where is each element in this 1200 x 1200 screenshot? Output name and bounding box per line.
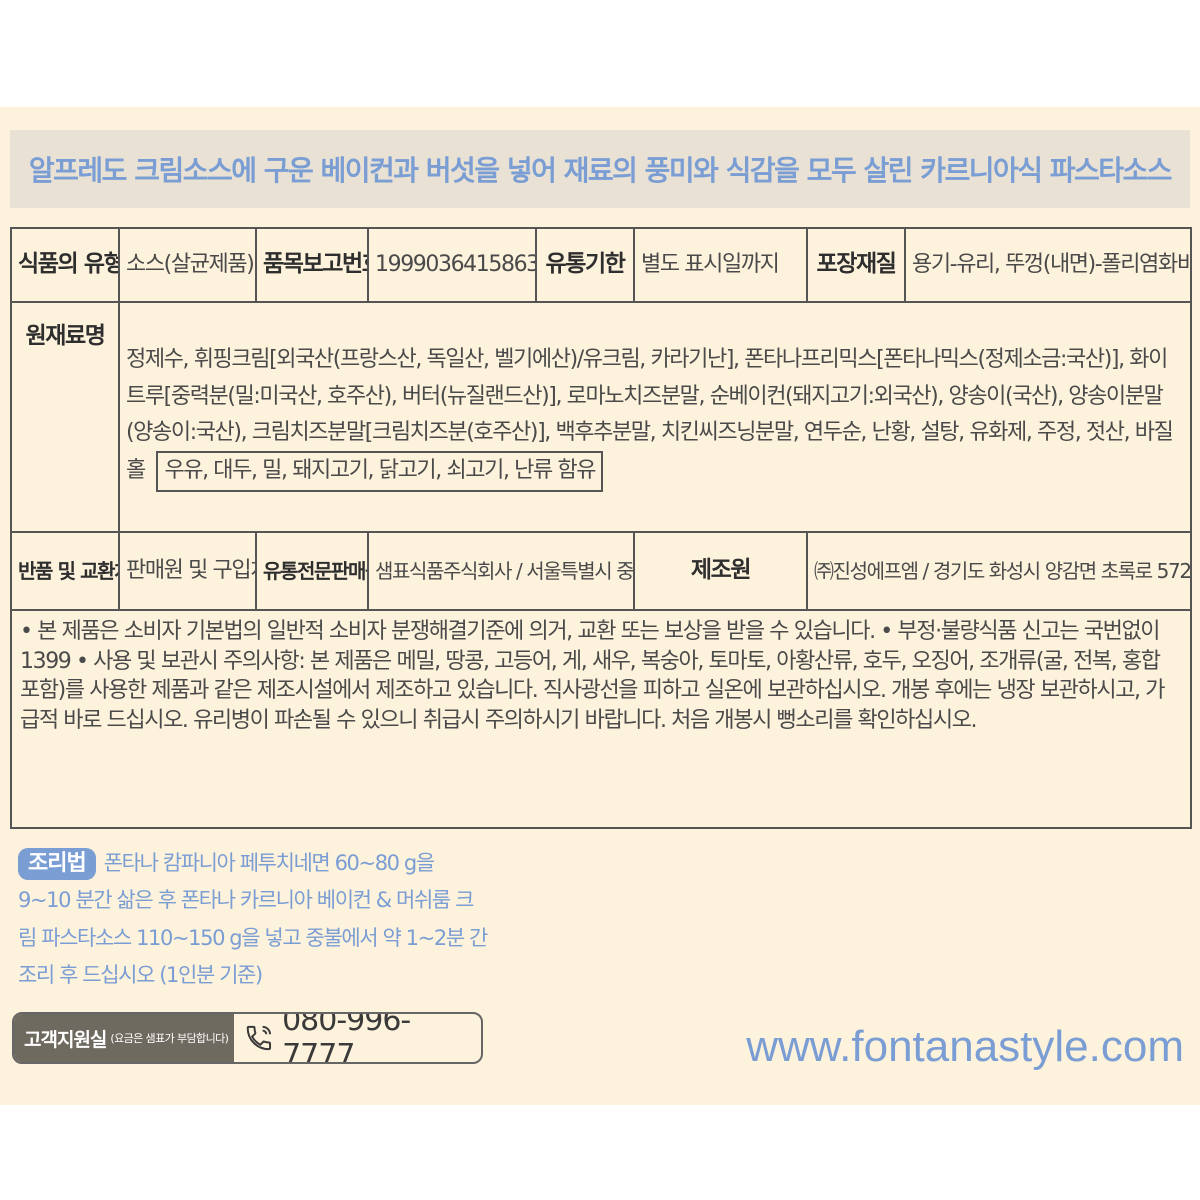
recipe-section: 조리법 폰타나 캄파니아 페투치네면 60~80 g을 9~10 분간 삶은 후 … — [18, 845, 488, 995]
expiry-value: 별도 표시일까지 — [633, 227, 808, 303]
report-number-label: 품목보고번호 — [255, 227, 369, 303]
recipe-badge: 조리법 — [18, 848, 96, 880]
table-row: 반품 및 교환처 판매원 및 구입처 유통전문판매원 샘표식품주식회사 / 서울… — [10, 531, 1192, 611]
packaging-label: 포장재질 — [806, 227, 906, 303]
notes-cell: • 본 제품은 소비자 기본법의 일반적 소비자 분쟁해결기준에 의거, 교환 … — [10, 609, 1192, 829]
manufacturer-value: ㈜진성에프엠 / 경기도 화성시 양감면 초록로 572-5 — [806, 531, 1192, 611]
expiry-label: 유통기한 — [535, 227, 635, 303]
support-label-block: 고객지원실 (요금은 샘표가 부담합니다) — [14, 1014, 235, 1062]
packaging-value: 용기-유리, 뚜껑(내면)-폴리염화비닐 — [904, 227, 1192, 303]
headline-text: 알프레도 크림소스에 구운 베이컨과 버섯을 넣어 재료의 풍미와 식감을 모두… — [28, 154, 1173, 187]
phone-number: 080-996-7777 — [282, 1012, 411, 1064]
food-type-value: 소스(살균제품) — [118, 227, 257, 303]
report-number-value: 19990364158639 — [367, 227, 537, 303]
support-phone: 080-996-7777 — [234, 1012, 481, 1064]
distributor-label: 유통전문판매원 — [255, 531, 369, 611]
table-row: 원재료명 정제수, 휘핑크림[외국산(프랑스산, 독일산, 벨기에산)/유크림,… — [10, 301, 1192, 533]
allergen-box: 우유, 대두, 밀, 돼지고기, 닭고기, 쇠고기, 난류 함유 — [156, 451, 604, 492]
product-info-table: 식품의 유형 소스(살균제품) 품목보고번호 19990364158639 유통… — [10, 227, 1192, 829]
table-row: 식품의 유형 소스(살균제품) 품목보고번호 19990364158639 유통… — [10, 227, 1192, 303]
returns-value: 판매원 및 구입처 — [118, 531, 257, 611]
food-type-label: 식품의 유형 — [10, 227, 120, 303]
distributor-value: 샘표식품주식회사 / 서울특별시 중구 충무로 2 — [367, 531, 635, 611]
ingredients-cell: 정제수, 휘핑크림[외국산(프랑스산, 독일산, 벨기에산)/유크림, 카라기난… — [118, 301, 1192, 533]
ingredients-label: 원재료명 — [10, 301, 120, 533]
returns-label: 반품 및 교환처 — [10, 531, 120, 611]
headline-bar: 알프레도 크림소스에 구운 베이컨과 버섯을 넣어 재료의 풍미와 식감을 모두… — [10, 130, 1190, 208]
manufacturer-label: 제조원 — [633, 531, 808, 611]
website-url: www.fontanastyle.com — [746, 1022, 1184, 1071]
customer-support-box: 고객지원실 (요금은 샘표가 부담합니다) 080-996-7777 — [12, 1012, 483, 1064]
table-row: • 본 제품은 소비자 기본법의 일반적 소비자 분쟁해결기준에 의거, 교환 … — [10, 609, 1192, 829]
support-label: 고객지원실 — [24, 1028, 107, 1051]
phone-icon — [247, 1025, 272, 1051]
support-note: (요금은 샘표가 부담합니다) — [110, 1032, 229, 1045]
